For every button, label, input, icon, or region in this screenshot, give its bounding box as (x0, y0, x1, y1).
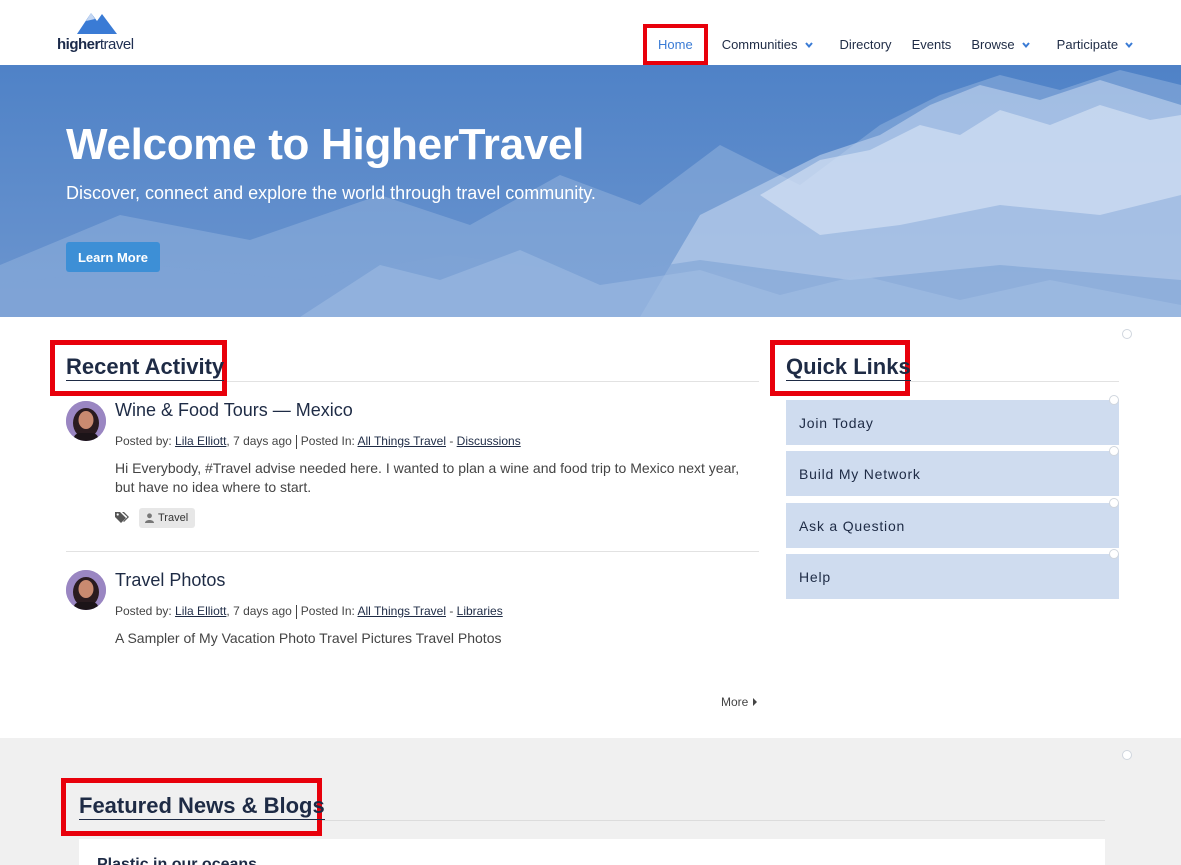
hero-title: Welcome to HigherTravel (66, 120, 585, 169)
logo-text-bold: higher (57, 36, 100, 53)
posted-in-label: Posted In: (300, 604, 355, 618)
nav-events-label: Events (911, 37, 952, 52)
meta-dash: - (446, 434, 457, 448)
nav-communities[interactable]: Communities (712, 24, 824, 65)
mountain-logo-icon (77, 13, 117, 34)
edit-handle-dot[interactable] (1109, 446, 1119, 456)
quick-links-title: Quick Links (786, 354, 911, 381)
avatar[interactable] (66, 570, 106, 610)
site-header: highertravel Home Communities Directory … (0, 0, 1181, 65)
recent-activity-title: Recent Activity (66, 354, 225, 381)
community-link[interactable]: All Things Travel (358, 604, 446, 618)
nav-events[interactable]: Events (902, 24, 962, 65)
post-time: , 7 days ago (226, 434, 292, 448)
person-icon (145, 513, 154, 523)
more-link[interactable]: More (721, 695, 759, 709)
activity-body: A Sampler of My Vacation Photo Travel Pi… (115, 630, 502, 646)
section-link[interactable]: Libraries (457, 604, 503, 618)
community-link[interactable]: All Things Travel (358, 434, 446, 448)
activity-meta: Posted by: Lila Elliott, 7 days ago Poste… (115, 604, 503, 619)
posted-by-label: Posted by: (115, 434, 172, 448)
nav-communities-label: Communities (721, 37, 798, 52)
caret-right-icon (753, 698, 758, 706)
edit-handle-dot[interactable] (1109, 395, 1119, 405)
edit-handle-dot[interactable] (1109, 549, 1119, 559)
user-avatar-icon (66, 401, 106, 441)
nav-browse-label: Browse (971, 37, 1015, 52)
quick-link-ask-a-question[interactable]: Ask a Question (786, 503, 1119, 548)
posted-by-label: Posted by: (115, 604, 172, 618)
more-label: More (721, 695, 749, 709)
activity-title[interactable]: Travel Photos (115, 570, 225, 591)
nav-browse[interactable]: Browse (961, 24, 1040, 65)
quick-links-rule (910, 381, 1119, 382)
section-link[interactable]: Discussions (457, 434, 521, 448)
user-avatar-icon (66, 570, 106, 610)
posted-in-label: Posted In: (300, 434, 355, 448)
chevron-down-icon (804, 41, 813, 48)
meta-divider (295, 434, 297, 449)
nav-directory[interactable]: Directory (830, 24, 902, 65)
edit-handle-dot[interactable] (1109, 498, 1119, 508)
nav-participate[interactable]: Participate (1047, 24, 1144, 65)
meta-divider (295, 604, 297, 619)
quick-link-build-my-network[interactable]: Build My Network (786, 451, 1119, 496)
meta-dash: - (446, 604, 457, 618)
tags-icon (115, 512, 129, 523)
featured-rule (322, 820, 1105, 821)
activity-title[interactable]: Wine & Food Tours — Mexico (115, 400, 353, 421)
nav-participate-label: Participate (1056, 37, 1119, 52)
featured-card-title[interactable]: Plastic in our oceans (97, 856, 257, 865)
site-logo[interactable]: highertravel (57, 9, 147, 53)
tag-label: Travel (158, 512, 189, 524)
nav-home[interactable]: Home (643, 24, 708, 65)
nav-directory-label: Directory (839, 37, 892, 52)
activity-body: Hi Everybody, #Travel advise needed here… (115, 460, 740, 495)
edit-handle-dot[interactable] (1122, 329, 1132, 339)
chevron-down-icon (1125, 41, 1133, 48)
featured-title: Featured News & Blogs (79, 793, 325, 820)
author-link[interactable]: Lila Elliott (175, 604, 226, 618)
chevron-down-icon (1021, 41, 1030, 48)
activity-divider (66, 551, 759, 552)
quick-link-join-today[interactable]: Join Today (786, 400, 1119, 445)
edit-handle-dot[interactable] (1122, 750, 1132, 760)
learn-more-button[interactable]: Learn More (66, 242, 160, 272)
post-time: , 7 days ago (226, 604, 292, 618)
quick-link-help[interactable]: Help (786, 554, 1119, 599)
tag-chip[interactable]: Travel (139, 508, 196, 528)
hero-banner: Welcome to HigherTravel Discover, connec… (0, 65, 1181, 317)
author-link[interactable]: Lila Elliott (175, 434, 226, 448)
hero-subtitle: Discover, connect and explore the world … (66, 183, 596, 203)
logo-text-rest: travel (99, 36, 134, 53)
activity-meta: Posted by: Lila Elliott, 7 days ago Poste… (115, 434, 521, 449)
recent-activity-rule (227, 381, 759, 382)
nav-home-label: Home (658, 37, 693, 52)
avatar[interactable] (66, 401, 106, 441)
main-nav: Home Communities Directory Events Browse… (643, 24, 1144, 65)
